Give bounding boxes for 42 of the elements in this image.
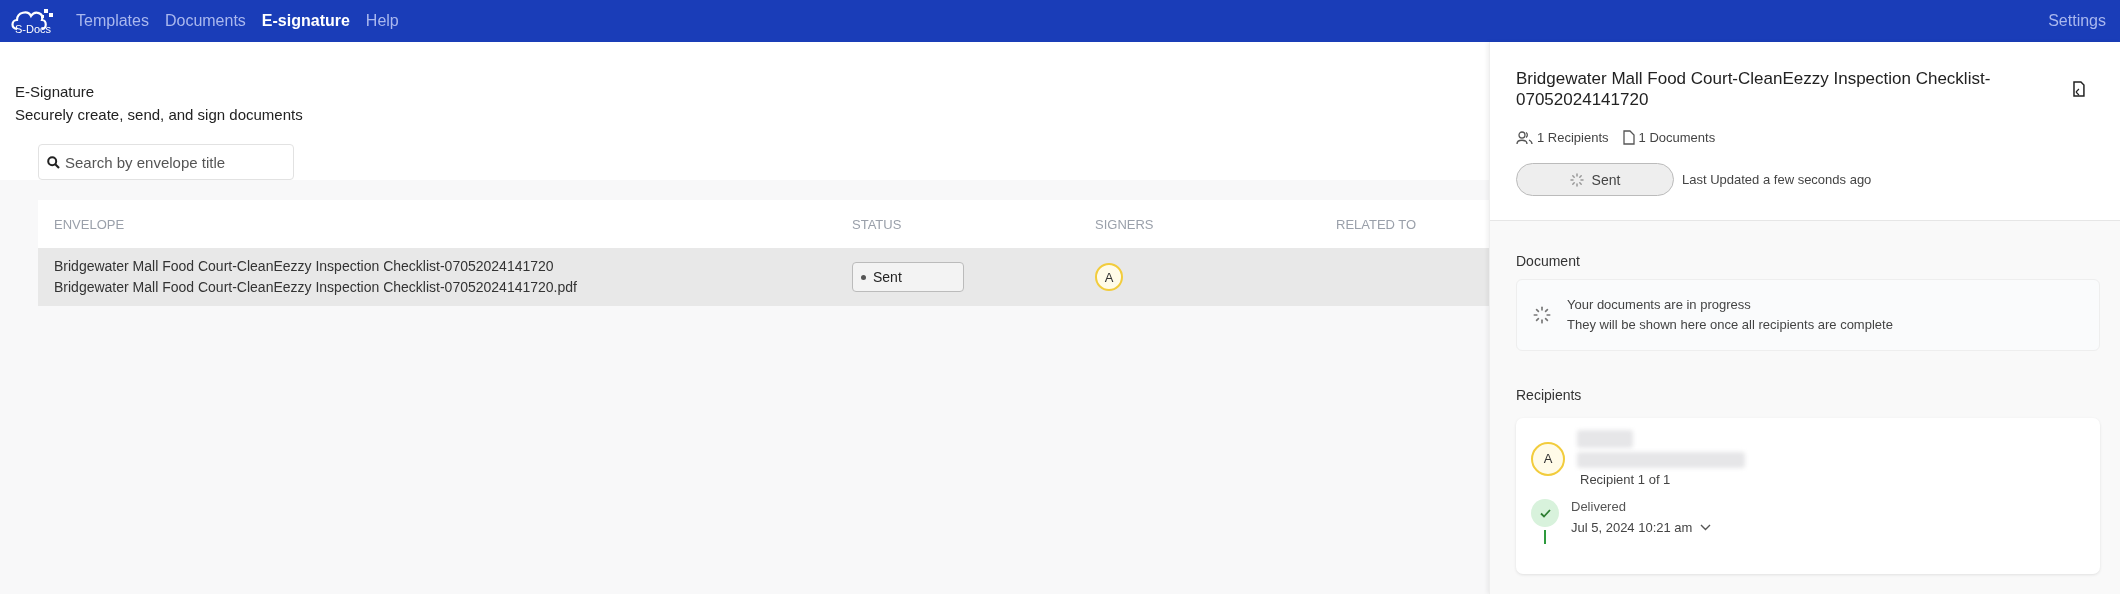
recipients-count: 1 Recipients [1537,130,1609,145]
section-heading: Document [1516,253,1581,269]
chevron-down-icon[interactable] [1700,524,1712,531]
spinner-icon [1569,172,1584,187]
envelope-title: Bridgewater Mall Food Court-CleanEezzy Inspection Checklist-07052024141720 [1516,68,1992,110]
documents-count: 1 Documents [1638,130,1716,145]
search-field[interactable]: Search by envelope title [38,144,294,180]
event-label: Delivered [1571,499,1627,514]
envelope-file-name: Bridgewater Mall Food Court-CleanEezzy Inspection Checklist-07052024141720.pdf [54,278,578,297]
signer-avatar: A [1095,263,1123,291]
column-header: STATUS [851,216,903,232]
event-time: Jul 5, 2024 10:21 am [1571,520,1693,535]
envelope-title: Bridgewater Mall Food Court-CleanEezzy Inspection Checklist-07052024141720 [54,257,555,276]
settings-link[interactable]: Settings [2048,12,2106,30]
status-badge: Sent [852,262,964,292]
page-title: E-Signature [15,82,96,102]
recipient-avatar: A [1531,441,1565,476]
logo-text: S-Docs [14,23,52,35]
nav-link[interactable]: E-signature [261,12,350,30]
envelope-row[interactable]: Bridgewater Mall Food Court-CleanEezzy Inspection Checklist-07052024141720 Bridgewater Mall Food Court-CleanEezzy Inspection Checklist-07052024141720.pdf Sent A [38,248,1489,306]
document-icon [1622,130,1635,145]
status-pill: Sent [1516,163,1674,196]
spinner-icon [1533,306,1551,324]
column-header: SIGNERS [1094,216,1155,232]
people-icon [1516,130,1533,145]
progress-note: They will be shown here once all recipients are complete [1567,316,1893,334]
nav-link[interactable]: Help [365,12,399,30]
page-subtitle: Securely create, send, and sign documents [15,105,304,125]
progress-message: Your documents are in progress [1567,296,1752,314]
column-header: RELATED TO [1335,216,1418,232]
column-header: ENVELOPE [53,216,126,232]
document-icon[interactable] [2072,81,2086,97]
recipient-position: Recipient 1 of 1 [1579,472,1672,487]
timeline-line [1544,530,1546,544]
nav-link[interactable]: Documents [164,12,246,30]
logo[interactable]: S-Docs [6,3,60,39]
nav-link[interactable]: Templates [76,12,149,30]
last-updated-text: Last Updated a few seconds ago [1682,172,1872,187]
cloud-icon [11,7,55,31]
section-heading: Recipients [1516,387,1583,403]
search-icon [47,156,60,169]
redacted-name [1577,430,1633,448]
